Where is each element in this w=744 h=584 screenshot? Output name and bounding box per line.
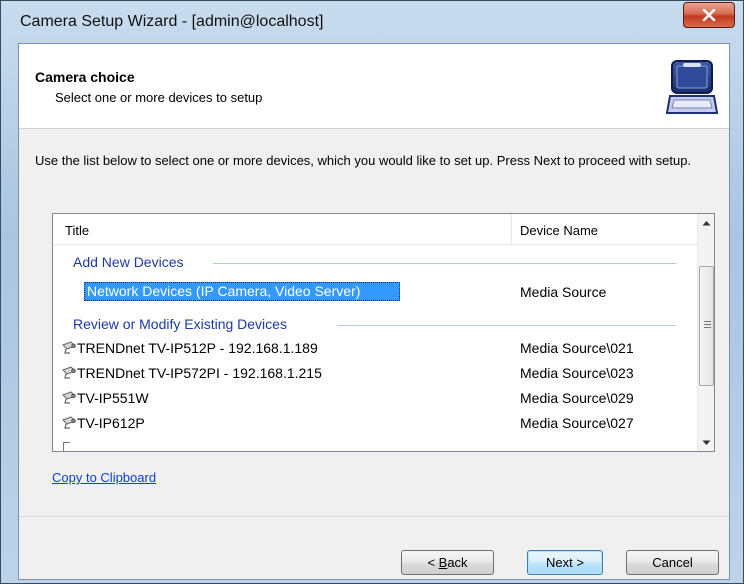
list-item-network-devices[interactable]: Network Devices (IP Camera, Video Server… [87, 283, 360, 299]
camera-icon [62, 341, 76, 354]
instructions-text: Use the list below to select one or more… [35, 153, 692, 168]
wizard-footer: < Back Next > Cancel [19, 516, 729, 579]
scroll-thumb[interactable] [699, 266, 714, 386]
list-item-device-name: Media Source\027 [520, 415, 634, 431]
arrow-down-icon [702, 440, 711, 445]
close-button[interactable] [683, 2, 735, 28]
column-header-title[interactable]: Title [65, 223, 89, 238]
vertical-scrollbar[interactable] [697, 214, 714, 451]
back-button-rest: ack [447, 555, 468, 570]
page-title: Camera choice [35, 69, 135, 85]
column-header-device-name[interactable]: Device Name [520, 223, 598, 238]
partial-row-icon [63, 442, 70, 451]
window-frame: Camera Setup Wizard - [admin@localhost] … [0, 0, 744, 584]
window-title: Camera Setup Wizard - [admin@localhost] [20, 13, 324, 30]
camera-icon [62, 416, 76, 429]
wizard-client-area: Camera choice Select one or more devices… [18, 43, 730, 580]
scroll-down-button[interactable] [698, 434, 714, 451]
title-bar[interactable]: Camera Setup Wizard - [admin@localhost] [1, 1, 744, 43]
arrow-up-icon [702, 220, 711, 225]
group-header-add-new: Add New Devices [73, 254, 184, 270]
list-item-device-name: Media Source\029 [520, 390, 634, 406]
cancel-button[interactable]: Cancel [626, 550, 719, 575]
column-separator[interactable] [511, 214, 512, 244]
wizard-header: Camera choice Select one or more devices… [19, 44, 729, 129]
list-item-title: TRENDnet TV-IP512P - 192.168.1.189 [77, 340, 318, 356]
laptop-icon [666, 60, 718, 114]
list-header: Title Device Name [53, 214, 697, 245]
page-subtitle: Select one or more devices to setup [55, 90, 263, 105]
device-list[interactable]: Title Device Name Add New Devices Networ… [52, 213, 715, 452]
list-item-device-name: Media Source\021 [520, 340, 634, 356]
next-button[interactable]: Next > [527, 550, 603, 575]
group-divider [213, 263, 676, 264]
copy-to-clipboard-link[interactable]: Copy to Clipboard [52, 470, 156, 485]
list-item-title: TV-IP551W [77, 390, 149, 406]
scroll-up-button[interactable] [698, 214, 714, 231]
grip-line [704, 324, 711, 325]
list-item-title: TV-IP612P [77, 415, 145, 431]
list-item-title: TRENDnet TV-IP572PI - 192.168.1.215 [77, 365, 322, 381]
list-item-device-name: Media Source\023 [520, 365, 634, 381]
close-icon [702, 9, 716, 21]
camera-icon [62, 366, 76, 379]
back-button-prefix: < [427, 555, 439, 570]
group-divider [337, 325, 676, 326]
group-header-existing: Review or Modify Existing Devices [73, 316, 287, 332]
camera-icon [62, 391, 76, 404]
list-item-device-name: Media Source [520, 284, 607, 300]
back-button[interactable]: < Back [401, 550, 494, 575]
